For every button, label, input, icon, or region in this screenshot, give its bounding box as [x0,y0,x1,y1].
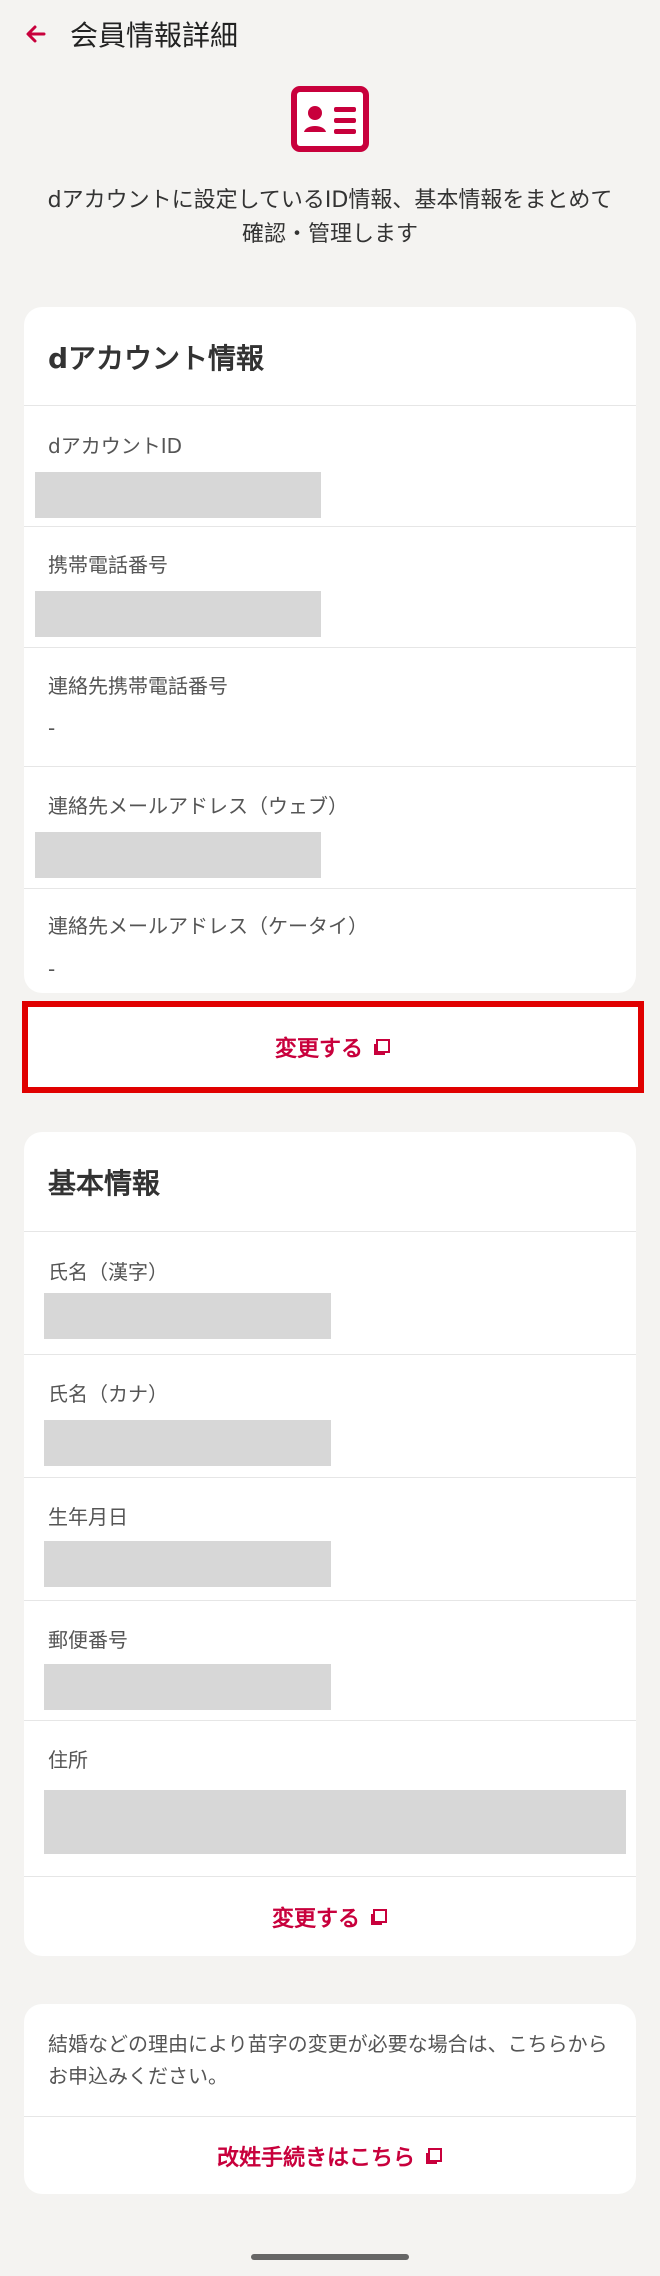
basic-change-label: 変更する [271,1906,360,1932]
page-title: 会員情報詳細 [70,19,239,52]
field-label-birth-date: 生年月日 [48,1505,128,1529]
home-indicator[interactable] [251,2254,409,2260]
basic-info-card: 基本情報 氏名（漢字） 氏名（カナ） 生年月日 郵便番号 住所 変更する [24,1132,636,1956]
divider [24,405,636,406]
field-label-postal-code: 郵便番号 [48,1628,128,1652]
masked-mobile-number [35,591,321,637]
field-label-account-id: dアカウントID [48,434,182,458]
header: 会員情報詳細 [0,0,660,72]
field-label-contact-email-mobile: 連絡先メールアドレス（ケータイ） [48,914,368,938]
masked-contact-email-web [35,832,321,878]
account-change-button[interactable]: 変更する [22,1001,644,1093]
account-change-label: 変更する [274,1037,363,1062]
masked-name-kana [44,1420,331,1466]
account-info-card: dアカウント情報 dアカウントID 携帯電話番号 連絡先携帯電話番号 - 連絡先… [24,307,636,993]
masked-postal-code [44,1664,331,1710]
intro-text: dアカウントに設定しているID情報、基本情報をまとめて確認・管理します [47,188,613,247]
divider [24,647,636,648]
field-value-contact-email-mobile: - [48,957,56,981]
field-label-address: 住所 [48,1748,88,1772]
surname-change-link-label: 改姓手続きはこちら [216,2145,415,2171]
account-info-title: dアカウント情報 [48,342,265,375]
masked-birth-date [44,1541,331,1587]
divider [24,1231,636,1232]
field-label-mobile-number: 携帯電話番号 [48,553,168,577]
divider [24,888,636,889]
external-window-icon [371,1908,387,1925]
divider [24,526,636,527]
masked-address [44,1790,626,1854]
field-label-contact-mobile: 連絡先携帯電話番号 [48,674,228,698]
masked-account-id [35,472,321,518]
external-window-icon [426,2147,442,2164]
masked-name-kanji [44,1293,331,1339]
surname-change-link[interactable]: 改姓手続きはこちら [24,2117,636,2194]
external-window-icon [374,1039,390,1055]
surname-change-notice-text: 結婚などの理由により苗字の変更が必要な場合は、こちらからお申込みください。 [48,2032,608,2088]
divider [24,1600,636,1601]
surname-change-notice-card: 結婚などの理由により苗字の変更が必要な場合は、こちらからお申込みください。 改姓… [24,2004,636,2194]
back-button[interactable] [18,16,54,52]
id-card-icon [291,86,369,152]
field-label-name-kana: 氏名（カナ） [48,1382,168,1406]
basic-info-title: 基本情報 [48,1167,161,1200]
divider [24,1477,636,1478]
divider [24,766,636,767]
field-label-name-kanji: 氏名（漢字） [48,1260,168,1284]
field-label-contact-email-web: 連絡先メールアドレス（ウェブ） [48,794,348,818]
arrow-left-icon [26,25,46,43]
divider [24,1720,636,1721]
divider [24,1354,636,1355]
basic-change-button[interactable]: 変更する [24,1877,636,1956]
field-value-contact-mobile: - [48,716,56,740]
